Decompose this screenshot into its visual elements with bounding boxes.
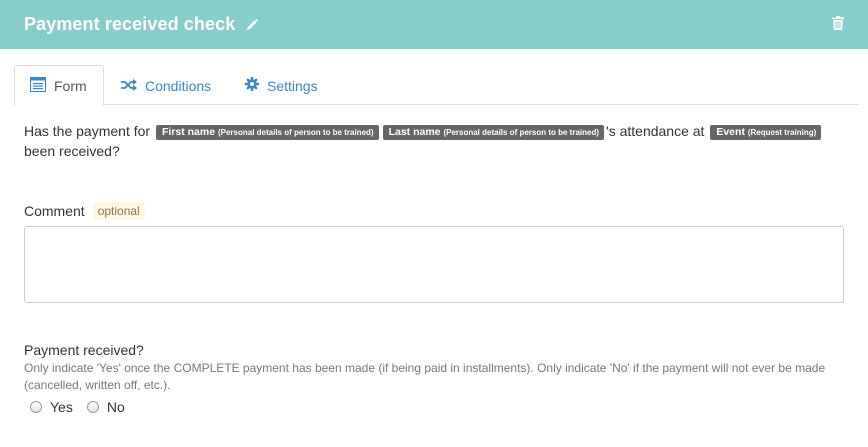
tab-conditions-label: Conditions (145, 77, 212, 94)
tag-field: First name (161, 126, 216, 138)
question-middle: 's attendance at (606, 123, 705, 139)
page-title: Payment received check (24, 14, 236, 34)
radio-no-label: No (106, 399, 125, 415)
question-prefix: Has the payment for (24, 123, 151, 139)
radio-no-circle[interactable] (86, 401, 99, 413)
tab-form-label: Form (54, 77, 87, 94)
comment-label-row: Comment optional (24, 202, 145, 220)
payment-received-label: Payment received? (24, 342, 144, 358)
tab-form[interactable]: Form (14, 65, 104, 106)
payment-help-text: Only indicate 'Yes' once the COMPLETE pa… (24, 361, 826, 392)
radio-no[interactable]: No (86, 399, 125, 415)
field-tag-last-name: Last name (Personal details of person to… (382, 125, 605, 140)
tag-source: (Personal details of person to be traine… (217, 128, 374, 137)
tag-field: Event (716, 126, 745, 138)
pencil-icon[interactable] (245, 18, 259, 32)
radio-yes-circle[interactable] (30, 401, 42, 413)
radio-yes-label: Yes (50, 399, 73, 415)
trash-icon[interactable] (832, 16, 844, 30)
question-text: Has the payment for First name (Personal… (24, 121, 854, 161)
tag-source: (Request training) (747, 128, 817, 137)
payment-radio-group: Yes No (30, 399, 139, 415)
field-tag-event: Event (Request training) (710, 125, 822, 140)
page-header: Payment received check (0, 0, 868, 49)
tag-source: (Personal details of person to be traine… (443, 128, 600, 137)
question-suffix: been received? (24, 143, 120, 159)
form-list-icon (30, 76, 46, 95)
tab-settings-label: Settings (267, 77, 318, 94)
tab-settings[interactable]: Settings (245, 65, 318, 106)
tag-field: Last name (388, 126, 441, 138)
tab-conditions[interactable]: Conditions (121, 65, 211, 106)
tab-bar: Form Conditions Settings (14, 65, 859, 106)
radio-yes[interactable]: Yes (30, 399, 73, 415)
field-tag-first-name: First name (Personal details of person t… (155, 125, 379, 140)
gear-icon (245, 77, 259, 94)
comment-textarea[interactable] (24, 226, 844, 303)
comment-label: Comment (24, 203, 85, 219)
shuffle-icon (121, 78, 137, 94)
optional-badge: optional (92, 202, 145, 220)
